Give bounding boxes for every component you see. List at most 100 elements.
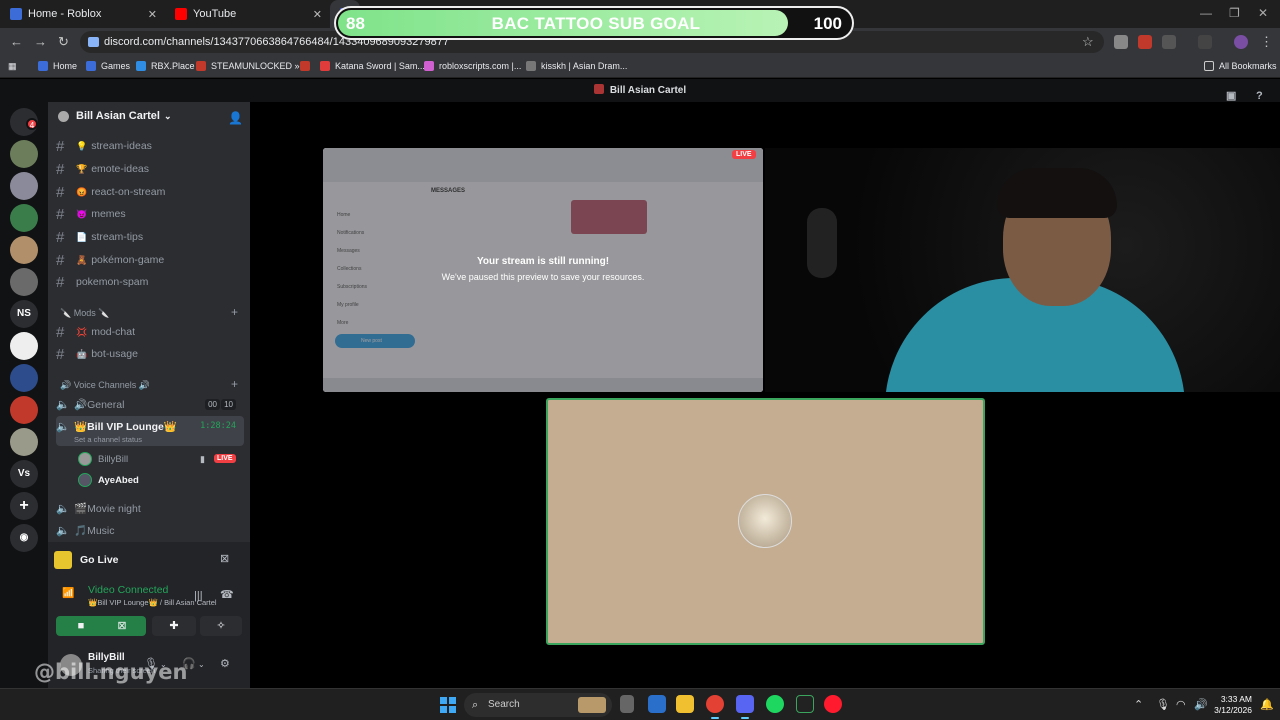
extensions-puzzle-icon[interactable]: [1162, 35, 1176, 49]
channel-stream-ideas[interactable]: # 💡 stream-ideas: [56, 136, 244, 156]
volume-icon[interactable]: 🔊: [1194, 698, 1208, 711]
chevron-down-icon[interactable]: ⌄: [198, 660, 205, 669]
close-tab-icon[interactable]: ✕: [313, 8, 322, 21]
soundboard-button[interactable]: ✧: [200, 616, 242, 636]
bookmark-rbxplace[interactable]: RBX.Place: [136, 61, 195, 71]
add-channel-icon[interactable]: +: [231, 305, 238, 319]
side-panel-icon[interactable]: [1198, 35, 1212, 49]
server-header[interactable]: Bill Asian Cartel ⌄: [58, 110, 172, 122]
channel-pokemon-game[interactable]: # 🧸 pokémon-game: [56, 250, 244, 270]
invite-user-icon[interactable]: 👤: [228, 111, 243, 125]
soundboard-icon: ✧: [216, 620, 226, 632]
connection-signal-icon[interactable]: 📶: [62, 588, 74, 599]
maximize-icon[interactable]: ❐: [1229, 6, 1240, 20]
roblox-icon: [38, 61, 48, 71]
menu-kebab-icon[interactable]: ⋮: [1260, 34, 1273, 50]
voice-channel-music[interactable]: 🔈 🎵Music: [56, 520, 244, 540]
go-live-button[interactable]: Go Live: [54, 546, 244, 574]
bookmark-steamunlocked[interactable]: STEAMUNLOCKED »...: [196, 61, 307, 71]
channel-name: emote-ideas: [91, 163, 149, 175]
bookmark-robloxscripts[interactable]: robloxscripts.com |...: [424, 61, 521, 71]
bookmark-home[interactable]: Home: [38, 61, 77, 71]
taskbar-search[interactable]: ⌕ Search: [464, 693, 612, 717]
server-icon[interactable]: [10, 428, 38, 456]
tab-roblox[interactable]: Home - Roblox ✕: [0, 0, 165, 28]
bookmark-unnamed[interactable]: [300, 61, 315, 71]
voice-channel-vip-lounge[interactable]: 🔈 👑Bill VIP Lounge👑 1:28:24 Set a channe…: [56, 416, 244, 446]
app-icon[interactable]: [648, 695, 666, 713]
system-clock[interactable]: 3:33 AM 3/12/2026: [1212, 694, 1252, 716]
apps-grid-icon[interactable]: ▦: [8, 61, 17, 72]
bookmark-games[interactable]: Games: [86, 61, 130, 71]
microphone-image: [807, 208, 837, 278]
site-info-icon[interactable]: [88, 37, 99, 47]
server-vs[interactable]: Vs: [10, 460, 38, 488]
category-voice[interactable]: 🔊 Voice Channels 🔊: [60, 380, 150, 391]
participant-tile-ayeabed[interactable]: [546, 398, 985, 645]
profile-avatar-icon[interactable]: [1234, 35, 1248, 49]
channel-emote-ideas[interactable]: # 🏆 emote-ideas: [56, 159, 244, 179]
wifi-icon[interactable]: ◠: [1176, 698, 1186, 711]
server-icon[interactable]: [10, 204, 38, 232]
close-window-icon[interactable]: ✕: [1258, 6, 1268, 20]
voice-channel-movie-night[interactable]: 🔈 🎬Movie night: [56, 498, 244, 518]
chrome-icon[interactable]: [706, 695, 724, 719]
channel-name: bot-usage: [91, 348, 138, 360]
windows-start-icon[interactable]: [440, 697, 456, 713]
category-mods[interactable]: 🔪 Mods 🔪: [60, 308, 109, 319]
mouse-app-icon[interactable]: [620, 695, 634, 713]
all-bookmarks[interactable]: All Bookmarks: [1204, 61, 1277, 71]
tray-microphone-icon[interactable]: 🎙: [1156, 698, 1170, 711]
spotify-icon[interactable]: [766, 695, 784, 713]
extension-icon[interactable]: [1138, 35, 1152, 49]
activities-button[interactable]: ✚: [152, 616, 196, 636]
add-server-icon[interactable]: +: [10, 492, 38, 520]
opera-icon[interactable]: [824, 695, 842, 713]
tab-youtube[interactable]: YouTube ✕: [165, 0, 330, 28]
channel-react-on-stream[interactable]: # 😡 react-on-stream: [56, 182, 244, 202]
reload-icon[interactable]: ↻: [58, 34, 69, 50]
server-icon[interactable]: [10, 332, 38, 360]
app-icon[interactable]: [796, 695, 814, 713]
channel-bot-usage[interactable]: # 🤖 bot-usage: [56, 344, 244, 364]
discord-taskbar-icon[interactable]: [736, 695, 754, 719]
bookmark-kisskh[interactable]: kisskh | Asian Dram...: [526, 61, 627, 71]
bookmark-star-icon[interactable]: ☆: [1082, 34, 1094, 50]
forward-icon[interactable]: →: [34, 34, 47, 49]
discover-icon[interactable]: ◉: [10, 524, 38, 552]
channel-mod-chat[interactable]: # 💢 mod-chat: [56, 322, 244, 342]
bookmark-katana[interactable]: Katana Sword | Sam...: [320, 61, 425, 71]
server-icon[interactable]: [10, 140, 38, 168]
channel-pokemon-spam[interactable]: # pokemon-spam: [56, 272, 244, 292]
server-icon[interactable]: [10, 364, 38, 392]
add-channel-icon[interactable]: +: [231, 377, 238, 391]
stop-stream-button[interactable]: ⊠: [98, 616, 146, 636]
avatar: [78, 452, 92, 466]
server-icon[interactable]: [10, 236, 38, 264]
server-icon[interactable]: [10, 172, 38, 200]
server-ns[interactable]: NS: [10, 300, 38, 328]
dismiss-icon[interactable]: ⊠: [220, 552, 229, 565]
file-explorer-icon[interactable]: [676, 695, 694, 713]
extension-icon[interactable]: [1114, 35, 1128, 49]
minimize-icon[interactable]: —: [1200, 6, 1212, 20]
disconnect-icon[interactable]: ☎: [220, 588, 234, 601]
screen-share-tile[interactable]: MESSAGES Home Notifications Messages Col…: [323, 148, 763, 392]
voice-member-ayeabed[interactable]: AyeAbed: [78, 473, 139, 487]
server-icon[interactable]: [10, 268, 38, 296]
bookmark-label: kisskh | Asian Dram...: [541, 61, 628, 71]
tray-overflow-icon[interactable]: ⌃: [1134, 698, 1143, 711]
server-icon[interactable]: [10, 396, 38, 424]
notifications-bell-icon[interactable]: 🔔: [1260, 698, 1274, 711]
channel-name: memes: [91, 208, 126, 220]
back-icon[interactable]: ←: [10, 34, 23, 49]
noise-suppression-icon[interactable]: |||: [194, 590, 203, 602]
channel-memes[interactable]: # 😈 memes: [56, 204, 244, 224]
voice-member-billybill[interactable]: BillyBill: [78, 452, 128, 466]
windows-taskbar: ⌕ Search ⌃ 🎙 ◠ 🔊 3:33 AM 3/12/2026 🔔: [0, 688, 1280, 720]
close-tab-icon[interactable]: ✕: [148, 8, 157, 21]
voice-channel-general[interactable]: 🔈 🔊General 00 10: [56, 394, 244, 414]
settings-gear-icon[interactable]: ⚙: [220, 657, 230, 670]
channel-status[interactable]: Set a channel status: [74, 435, 142, 444]
channel-stream-tips[interactable]: # 📄 stream-tips: [56, 227, 244, 247]
